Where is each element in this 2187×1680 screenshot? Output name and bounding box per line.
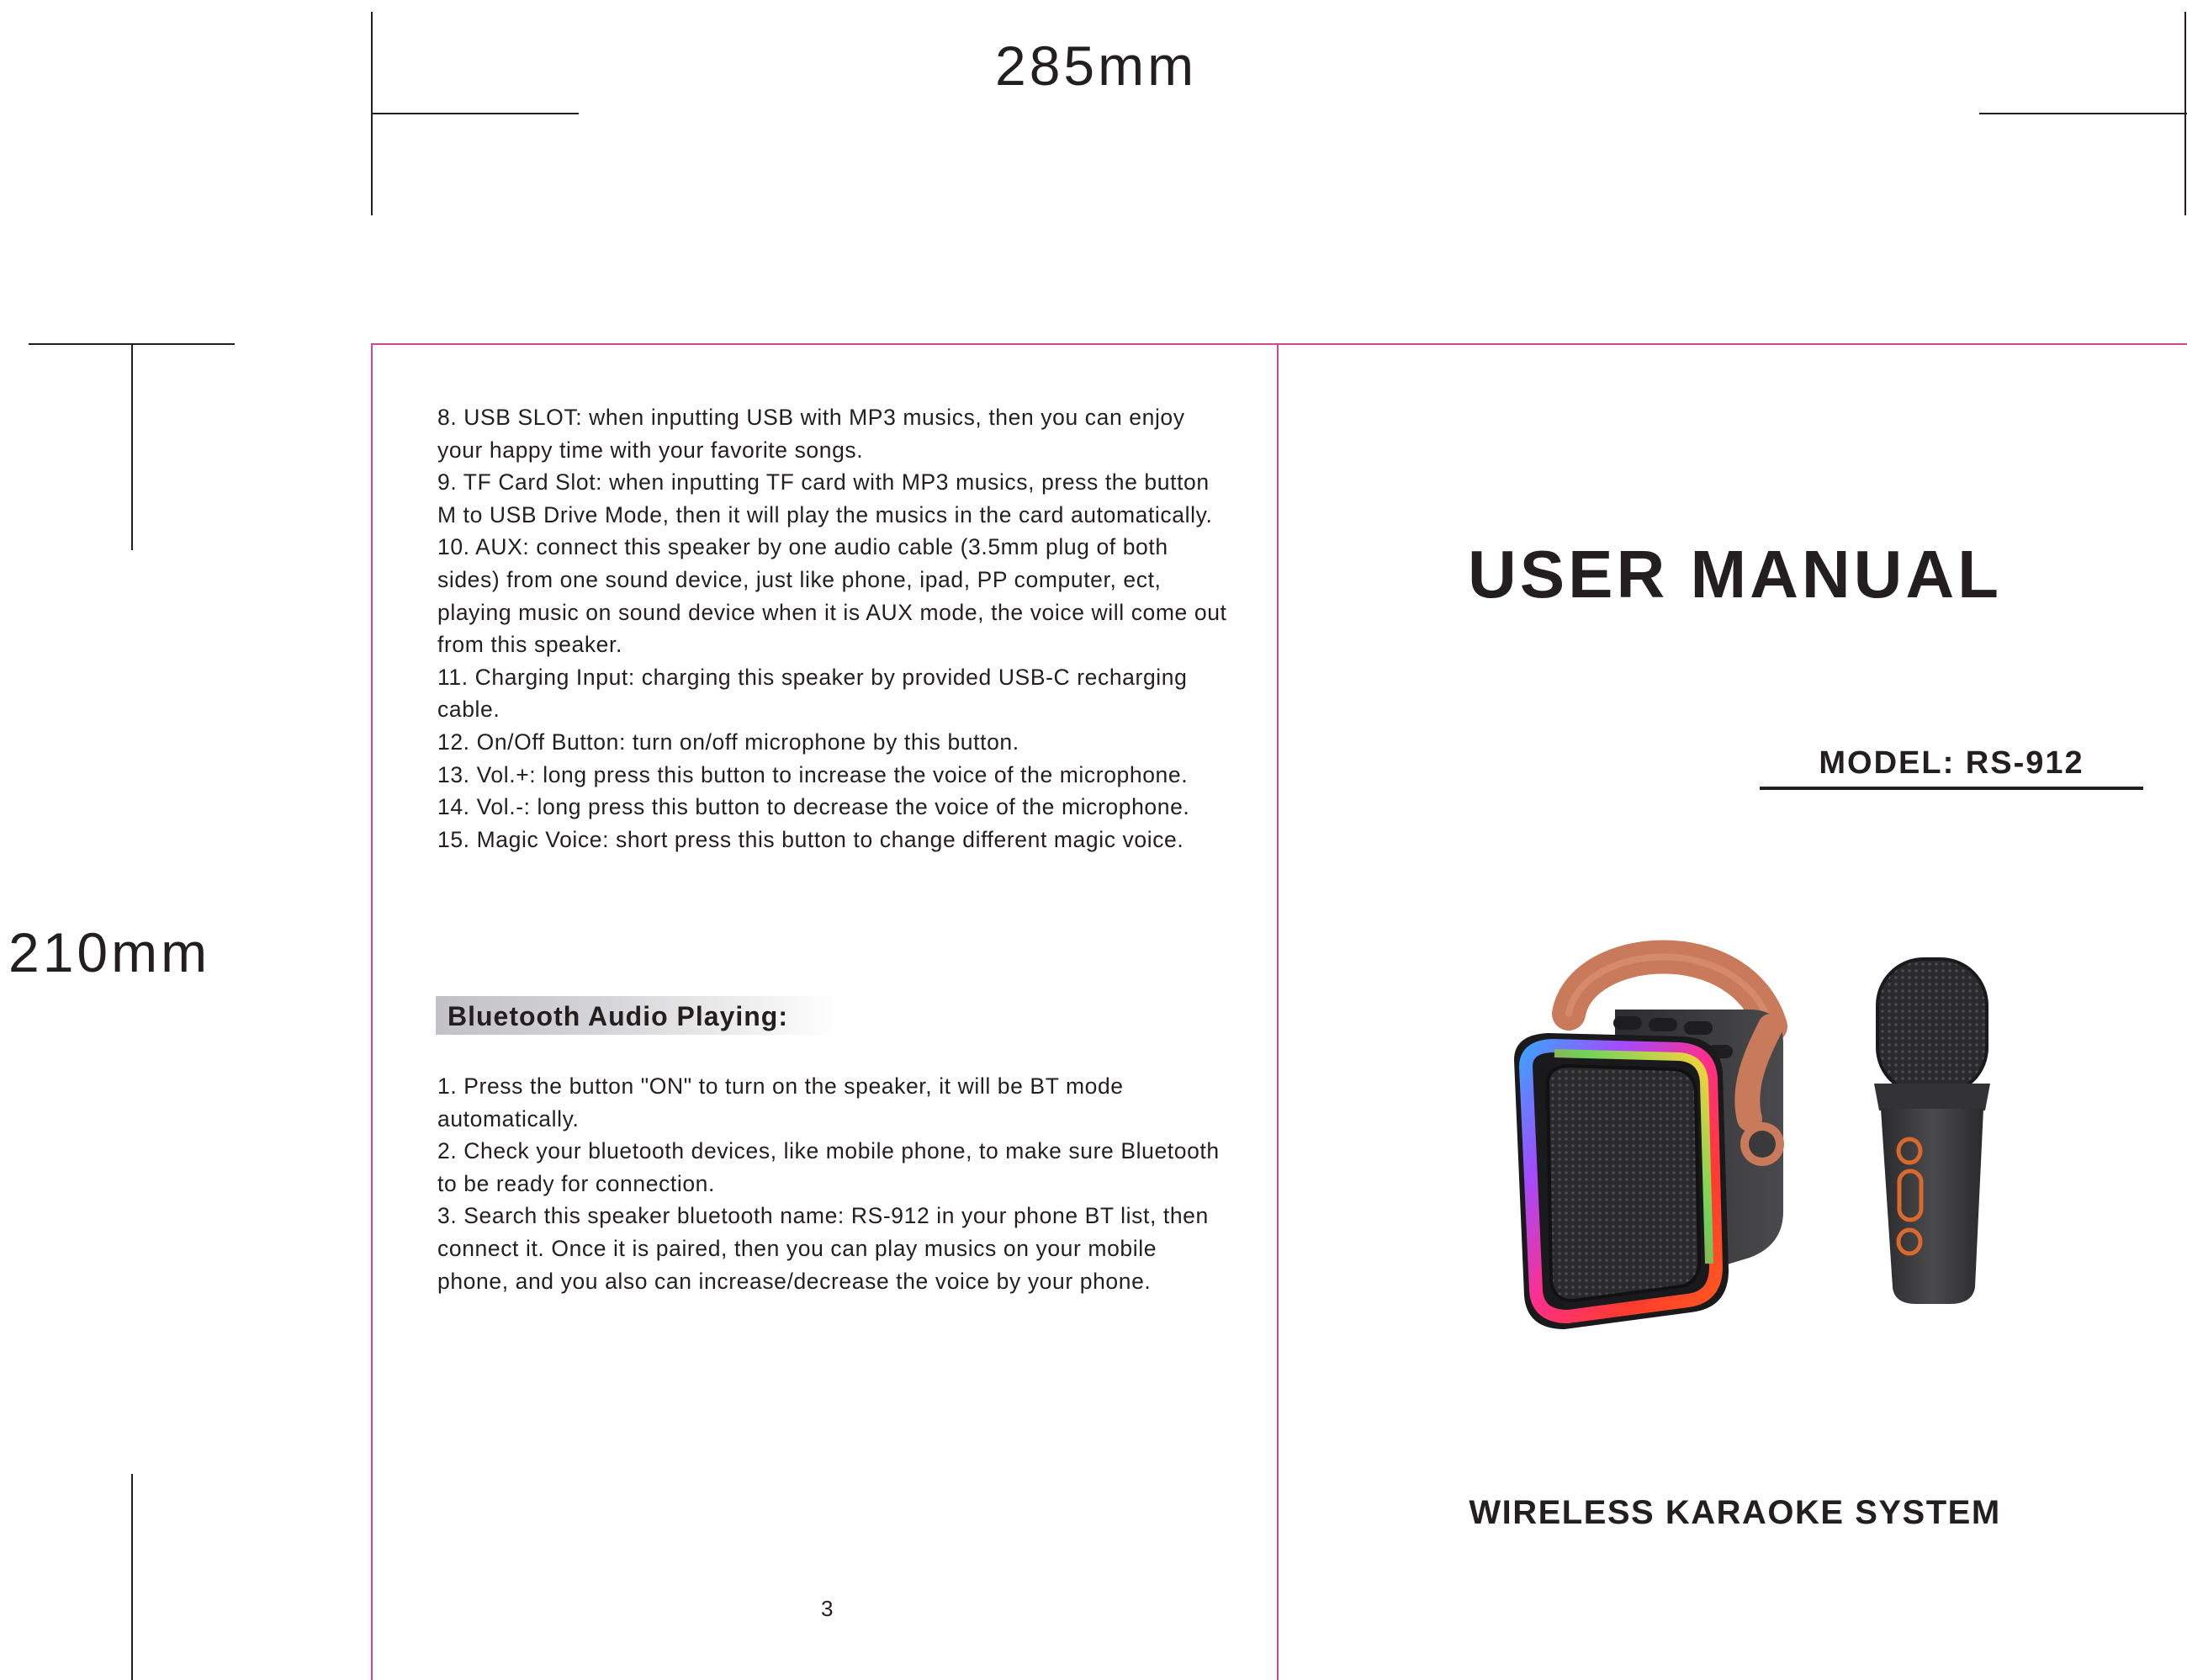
cover-title: USER MANUAL [1467, 537, 2003, 612]
product-image [1514, 940, 1990, 1329]
list-item: 10. AUX: connect this speaker by one aud… [437, 534, 1227, 658]
model-label: MODEL: RS-912 [1760, 745, 2143, 790]
page-number: 3 [821, 1596, 834, 1621]
section-title: Bluetooth Audio Playing: [447, 1001, 788, 1031]
list-item: 12. On/Off Button: turn on/off microphon… [437, 729, 1019, 755]
list-item: 9. TF Card Slot: when inputting TF card … [437, 469, 1213, 527]
list-item: 15. Magic Voice: short press this button… [437, 826, 1184, 852]
list-item: 14. Vol.-: long press this button to dec… [437, 794, 1190, 820]
height-dimension-label: 210mm [8, 921, 211, 983]
feature-list: 8. USB SLOT: when inputting USB with MP3… [437, 401, 1228, 856]
list-item: 2. Check your bluetooth devices, like mo… [437, 1138, 1220, 1196]
list-item: 8. USB SLOT: when inputting USB with MP3… [437, 405, 1185, 463]
crop-mark [131, 1474, 133, 1680]
list-item: 3. Search this speaker bluetooth name: R… [437, 1203, 1209, 1294]
list-item: 13. Vol.+: long press this button to inc… [437, 761, 1189, 787]
width-dimension-label: 285mm [995, 34, 1198, 97]
section-heading-bar: Bluetooth Audio Playing: [436, 996, 839, 1035]
list-item: 11. Charging Input: charging this speake… [437, 664, 1188, 723]
trim-line-left [371, 343, 373, 1680]
cover-subtitle: WIRELESS KARAOKE SYSTEM [1469, 1494, 2001, 1531]
crop-mark [371, 113, 579, 114]
list-item: 1. Press the button "ON" to turn on the … [437, 1073, 1124, 1131]
crop-mark [131, 343, 133, 550]
crop-mark [1979, 113, 2187, 114]
trim-line-top [371, 343, 2187, 345]
bluetooth-steps: 1. Press the button "ON" to turn on the … [437, 1070, 1228, 1297]
